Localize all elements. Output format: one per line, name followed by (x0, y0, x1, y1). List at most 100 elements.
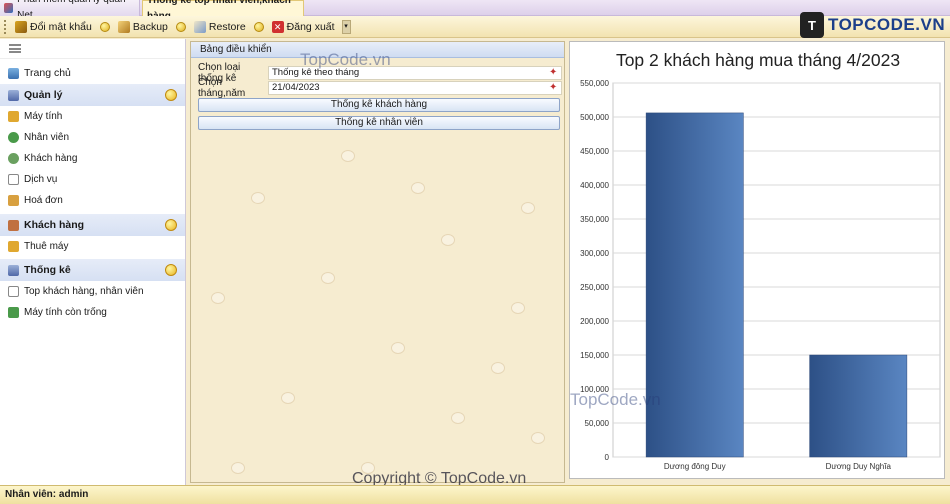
hamburger-icon[interactable] (9, 44, 21, 53)
restore-button[interactable]: Restore (191, 18, 249, 36)
bar-2 (809, 354, 908, 458)
background-bubble (441, 234, 455, 246)
logo-mark: T (800, 12, 824, 38)
toolbar-overflow-chevron-icon[interactable]: ▾ (341, 19, 351, 34)
background-bubble (361, 462, 375, 474)
background-bubble (511, 302, 525, 314)
background-bubble (531, 432, 545, 444)
toolbar-grip[interactable] (4, 19, 7, 34)
user-icon (8, 132, 19, 143)
background-bubble (391, 342, 405, 354)
collapse-toggle-icon[interactable] (165, 264, 177, 276)
stat-staff-button[interactable]: Thống kê nhân viên (198, 116, 560, 130)
sidebar-group-label: Quản lý (24, 89, 63, 101)
sidebar-header (0, 39, 185, 59)
y-tick-label: 100,000 (580, 385, 609, 394)
home-icon (8, 67, 19, 79)
y-tick-label: 150,000 (580, 351, 609, 360)
stat-customers-button[interactable]: Thống kê khách hàng (198, 98, 560, 112)
sidebar-group-management[interactable]: Quản lý (0, 84, 185, 106)
rent-icon (8, 241, 19, 252)
sidebar-item-label: Máy tính (24, 111, 63, 122)
tab-main-app[interactable]: Phần mềm quản lý quán Net (0, 0, 140, 21)
restore-icon (193, 20, 206, 33)
background-bubble (521, 202, 535, 214)
sidebar-group-label: Khách hàng (24, 219, 85, 231)
chart-svg: 0 50,000 100,000 150,000 200,000 250,000 300,0… (580, 79, 941, 471)
users-icon (8, 153, 19, 164)
x-category-label: Dương đông Duy (664, 462, 726, 471)
status-user: admin (58, 489, 89, 500)
tab-statistics[interactable]: Thống kê top nhân viên,khách hàng (142, 0, 304, 22)
sidebar-item-computers[interactable]: Máy tính (0, 106, 185, 127)
document-icon (8, 174, 19, 185)
sidebar-item-customers[interactable]: Khách hàng (0, 148, 185, 169)
backup-icon (117, 20, 130, 33)
sidebar-item-home[interactable]: Trang chủ (0, 62, 185, 84)
y-tick-label: 200,000 (580, 317, 609, 326)
separator-dot-icon (99, 21, 110, 32)
sidebar-item-label: Top khách hàng, nhân viên (24, 286, 144, 297)
logout-button[interactable]: ✕ Đăng xuất (269, 18, 338, 36)
free-computer-icon (8, 307, 19, 318)
invoice-icon (8, 195, 19, 206)
sidebar-group-customers[interactable]: Khách hàng (0, 214, 185, 236)
backup-label: Backup (132, 20, 168, 33)
chart-title: Top 2 khách hàng mua tháng 4/2023 (615, 50, 901, 70)
customer-group-icon (8, 219, 19, 231)
y-tick-label: 400,000 (580, 181, 609, 190)
background-bubble (411, 182, 425, 194)
y-tick-label: 0 (605, 453, 610, 462)
calendar-pin-icon[interactable]: ✦ (549, 83, 559, 93)
status-bar: Nhân viên: admin (0, 485, 950, 504)
month-value: 21/04/2023 (272, 82, 320, 93)
month-date-picker[interactable]: 21/04/2023 ✦ (268, 81, 562, 95)
separator-dot-icon (253, 21, 264, 32)
sidebar-group-label: Thống kê (24, 264, 71, 276)
x-category-label: Dương Duy Nghĩa (826, 462, 892, 471)
stat-type-value: Thống kê theo tháng (272, 67, 360, 78)
sidebar-group-statistics[interactable]: Thống kê (0, 259, 185, 281)
control-panel-title: Bảng điều khiển (191, 42, 564, 58)
change-password-label: Đổi mật khẩu (30, 20, 92, 33)
key-icon (15, 20, 27, 33)
report-icon (8, 286, 19, 297)
month-row: Chọn tháng,năm 21/04/2023 ✦ (198, 77, 562, 99)
restore-label: Restore (208, 20, 246, 33)
dropdown-pin-icon[interactable]: ✦ (549, 68, 559, 78)
sidebar-item-label: Hoá đơn (24, 195, 63, 206)
sidebar-item-free-computers[interactable]: Máy tính còn trống (0, 302, 185, 323)
sidebar-item-services[interactable]: Dịch vụ (0, 169, 185, 190)
change-password-button[interactable]: Đổi mật khẩu (12, 18, 95, 36)
y-tick-label: 350,000 (580, 215, 609, 224)
logout-icon: ✕ (271, 20, 284, 33)
backup-button[interactable]: Backup (115, 18, 171, 36)
background-bubble (281, 392, 295, 404)
sidebar-item-rent-machine[interactable]: Thuê máy (0, 236, 185, 257)
status-label: Nhân viên: (5, 489, 57, 500)
background-bubble (231, 462, 245, 474)
stat-type-select[interactable]: Thống kê theo tháng ✦ (268, 66, 562, 80)
sidebar-item-staff[interactable]: Nhân viên (0, 127, 185, 148)
background-bubble (491, 362, 505, 374)
sidebar-item-label: Khách hàng (24, 153, 78, 164)
bar-1 (645, 112, 744, 458)
sidebar-item-label: Dịch vụ (24, 174, 58, 185)
background-bubble (251, 192, 265, 204)
collapse-toggle-icon[interactable] (165, 89, 177, 101)
y-tick-label: 300,000 (580, 249, 609, 258)
top-customers-chart: Top 2 khách hàng mua tháng 4/2023 0 50,00… (569, 41, 945, 479)
y-tick-label: 250,000 (580, 283, 609, 292)
sidebar-item-label: Nhân viên (24, 132, 70, 143)
collapse-toggle-icon[interactable] (165, 219, 177, 231)
background-bubble (451, 412, 465, 424)
y-tick-label: 550,000 (580, 79, 609, 88)
background-bubble (321, 272, 335, 284)
statistics-icon (8, 264, 19, 276)
sidebar-item-label: Trang chủ (24, 67, 71, 79)
y-tick-label: 50,000 (585, 419, 610, 428)
app-icon (4, 3, 14, 13)
sidebar-item-top-stats[interactable]: Top khách hàng, nhân viên (0, 281, 185, 302)
sidebar-item-label: Máy tính còn trống (24, 307, 107, 318)
sidebar-item-invoices[interactable]: Hoá đơn (0, 190, 185, 211)
